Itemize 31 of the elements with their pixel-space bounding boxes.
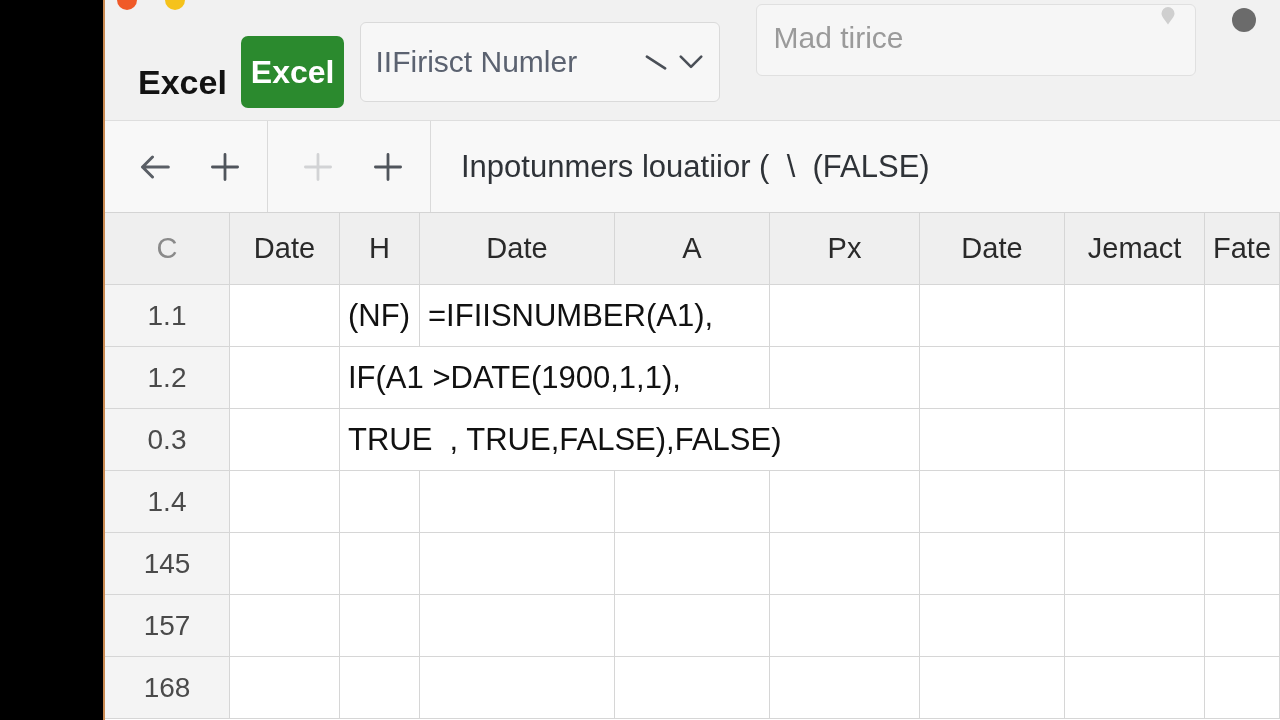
column-header[interactable]: Jemact bbox=[1065, 213, 1205, 285]
row-header[interactable]: 145 bbox=[105, 533, 230, 595]
slash-icon bbox=[645, 54, 668, 70]
column-header[interactable]: Date bbox=[420, 213, 615, 285]
column-header[interactable]: Fate bbox=[1205, 213, 1280, 285]
row-header[interactable]: 157 bbox=[105, 595, 230, 657]
row-header[interactable]: 1.2 bbox=[105, 347, 230, 409]
column-header[interactable]: Px bbox=[770, 213, 920, 285]
name-box[interactable]: IIFirisct Numler bbox=[360, 22, 721, 102]
table-cell: =IFIISNUMBER(A1), bbox=[420, 285, 770, 347]
plus-icon bbox=[374, 152, 402, 181]
table-cell: IF(A1 >DATE(1900,1,1), bbox=[340, 347, 770, 409]
chevron-down-icon bbox=[679, 55, 704, 69]
plus-icon bbox=[211, 152, 239, 181]
row-header[interactable]: 168 bbox=[105, 657, 230, 719]
pin-icon bbox=[1161, 7, 1176, 25]
row-header[interactable]: 1.4 bbox=[105, 471, 230, 533]
table-cell: TRUE , TRUE,FALSE),FALSE) bbox=[340, 409, 920, 471]
app-badge: Excel bbox=[240, 36, 345, 108]
window-control-icon[interactable] bbox=[117, 0, 137, 10]
column-header[interactable]: Date bbox=[230, 213, 340, 285]
app-title: Excel bbox=[138, 62, 227, 102]
column-header[interactable]: H bbox=[340, 213, 420, 285]
column-header[interactable]: Date bbox=[920, 213, 1065, 285]
arrow-left-icon bbox=[140, 154, 170, 179]
avatar-icon bbox=[1232, 8, 1257, 32]
row-header[interactable]: 1.1 bbox=[105, 285, 230, 347]
plus-icon bbox=[304, 152, 332, 181]
column-header[interactable]: A bbox=[615, 213, 770, 285]
table-cell: (NF) bbox=[340, 285, 420, 347]
row-header[interactable]: 0.3 bbox=[105, 409, 230, 471]
